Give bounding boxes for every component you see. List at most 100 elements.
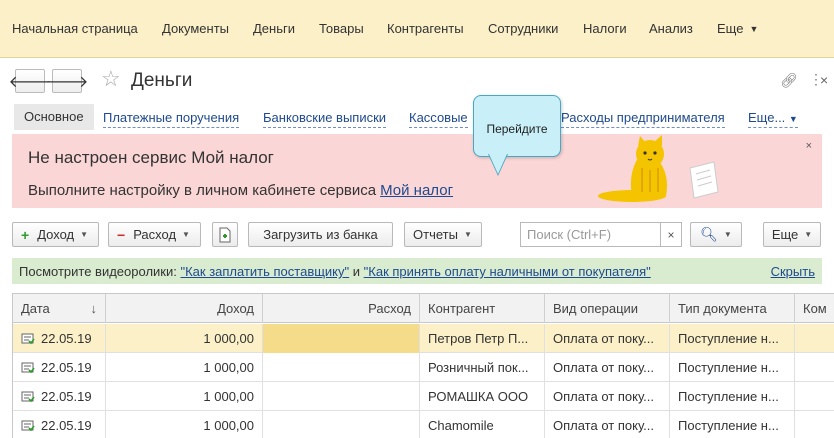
section-tabs: Основное Платежные поручения Банковские … <box>0 104 834 130</box>
cell-date: 22.05.19 <box>13 324 106 353</box>
video-link-pay-supplier[interactable]: "Как заплатить поставщику" <box>180 264 349 279</box>
nav-home[interactable]: Начальная страница <box>12 21 138 36</box>
page-title: Деньги <box>131 70 193 91</box>
cell-counterparty: Chamomile <box>420 411 545 438</box>
cat-illustration-icon <box>598 135 719 202</box>
add-document-button[interactable] <box>212 222 238 247</box>
tab-cash[interactable]: Кассовые <box>409 106 468 128</box>
nav-more[interactable]: Еще ▼ <box>717 21 758 36</box>
chevron-down-icon: ▼ <box>804 230 813 239</box>
tab-bank-statements[interactable]: Банковские выписки <box>263 106 387 128</box>
back-button[interactable]: 🡐 <box>9 69 51 93</box>
cell-date: 22.05.19 <box>13 382 106 411</box>
nav-counterparties[interactable]: Контрагенты <box>387 21 464 36</box>
minus-icon: − <box>117 226 126 243</box>
expense-button[interactable]: − Расход ▼ <box>108 222 201 247</box>
col-operation[interactable]: Вид операции <box>545 294 670 323</box>
warning-banner: Не настроен сервис Мой налог Выполните н… <box>12 134 822 208</box>
chevron-down-icon: ▼ <box>788 114 798 124</box>
close-icon[interactable]: × <box>820 72 828 88</box>
arrow-right-icon: 🡒 <box>45 73 89 91</box>
search-icon: 🔍︎ <box>700 226 718 242</box>
nav-analysis[interactable]: Анализ <box>649 21 693 36</box>
document-posted-icon <box>21 391 35 402</box>
nav-taxes[interactable]: Налоги <box>583 21 627 36</box>
cell-expense <box>263 382 420 411</box>
hint-tooltip: Перейдите <box>473 95 561 176</box>
search-clear-button[interactable]: × <box>660 222 682 247</box>
cell-comment <box>795 411 834 438</box>
col-income[interactable]: Доход <box>106 294 263 323</box>
banner-heading: Не настроен сервис Мой налог <box>28 148 274 167</box>
cell-operation: Оплата от поку... <box>545 411 670 438</box>
banner-close-icon[interactable]: × <box>806 140 812 152</box>
chevron-down-icon: ▼ <box>182 230 190 239</box>
tab-entrepreneur-expenses[interactable]: Расходы предпринимателя <box>561 106 725 128</box>
cell-comment <box>795 324 834 353</box>
cell-income: 1 000,00 <box>106 324 263 353</box>
table-row[interactable]: 22.05.19 1 000,00 Chamomile Оплата от по… <box>13 411 834 438</box>
cell-income: 1 000,00 <box>106 353 263 382</box>
cell-date: 22.05.19 <box>13 411 106 438</box>
cell-expense <box>263 324 420 353</box>
cell-expense <box>263 353 420 382</box>
cell-counterparty: Розничный пок... <box>420 353 545 382</box>
tooltip-tail-inner <box>489 154 507 174</box>
tab-payment-orders[interactable]: Платежные поручения <box>103 106 240 128</box>
expense-label: Расход <box>133 227 177 242</box>
chevron-down-icon: ▼ <box>80 230 89 239</box>
tab-more-label: Еще... <box>748 110 786 125</box>
date-value: 22.05.19 <box>41 360 92 375</box>
nav-more-label: Еще <box>717 21 744 36</box>
table-row[interactable]: 22.05.19 1 000,00 Розничный пок... Оплат… <box>13 353 834 382</box>
cell-income: 1 000,00 <box>106 382 263 411</box>
date-value: 22.05.19 <box>41 389 92 404</box>
top-navigation: Начальная страница Документы Деньги Това… <box>0 0 834 58</box>
chevron-down-icon: ▼ <box>463 230 472 239</box>
income-label: Доход <box>37 227 75 242</box>
table-row[interactable]: 22.05.19 1 000,00 РОМАШКА ООО Оплата от … <box>13 382 834 411</box>
nav-goods[interactable]: Товары <box>319 21 364 36</box>
income-button[interactable]: + Доход ▼ <box>12 222 99 247</box>
new-document-icon <box>219 227 231 242</box>
load-from-bank-button[interactable]: Загрузить из банка <box>248 222 393 247</box>
col-date[interactable]: Дата ↓ <box>13 294 106 323</box>
documents-table: Дата ↓ Доход Расход Контрагент Вид операц… <box>12 293 834 438</box>
col-expense[interactable]: Расход <box>263 294 420 323</box>
reports-button[interactable]: Отчеты ▼ <box>404 222 482 247</box>
document-posted-icon <box>21 362 35 373</box>
cell-counterparty: Петров Петр П... <box>420 324 545 353</box>
col-doctype[interactable]: Тип документа <box>670 294 795 323</box>
nav-money[interactable]: Деньги <box>253 21 295 36</box>
cell-doctype: Поступление н... <box>670 353 795 382</box>
date-value: 22.05.19 <box>41 418 92 433</box>
video-hint-bar: Посмотрите видеоролики: "Как заплатить п… <box>12 258 822 284</box>
tab-main[interactable]: Основное <box>14 104 94 130</box>
tab-more[interactable]: Еще... ▼ <box>748 106 798 128</box>
table-row[interactable]: 22.05.19 1 000,00 Петров Петр П... Оплат… <box>13 324 834 353</box>
video-link-cash-payment[interactable]: "Как принять оплату наличными от покупат… <box>364 264 651 279</box>
col-date-label: Дата <box>21 301 50 316</box>
search-button[interactable]: 🔍︎ ▼ <box>690 222 742 247</box>
document-posted-icon <box>21 420 35 431</box>
col-comment[interactable]: Ком <box>795 294 834 323</box>
banner-text: Выполните настройку в личном кабинете се… <box>28 182 453 199</box>
my-tax-link[interactable]: Мой налог <box>380 182 453 199</box>
table-header: Дата ↓ Доход Расход Контрагент Вид операц… <box>13 294 834 323</box>
nav-documents[interactable]: Документы <box>162 21 229 36</box>
more-button[interactable]: Еще ▼ <box>763 222 821 247</box>
cell-doctype: Поступление н... <box>670 382 795 411</box>
nav-employees[interactable]: Сотрудники <box>488 21 558 36</box>
link-icon[interactable]: 🔗︎ <box>780 72 798 89</box>
star-icon[interactable]: ☆ <box>101 68 121 90</box>
cell-comment <box>795 353 834 382</box>
search-input[interactable] <box>520 222 660 247</box>
plus-icon: + <box>21 226 30 243</box>
hide-link[interactable]: Скрыть <box>771 264 815 279</box>
col-counterparty[interactable]: Контрагент <box>420 294 545 323</box>
toolbar: + Доход ▼ − Расход ▼ Загрузить из банка Отче… <box>0 222 834 248</box>
forward-button[interactable]: 🡒 <box>46 69 88 93</box>
more-label: Еще <box>771 227 799 242</box>
cell-counterparty: РОМАШКА ООО <box>420 382 545 411</box>
cell-operation: Оплата от поку... <box>545 382 670 411</box>
